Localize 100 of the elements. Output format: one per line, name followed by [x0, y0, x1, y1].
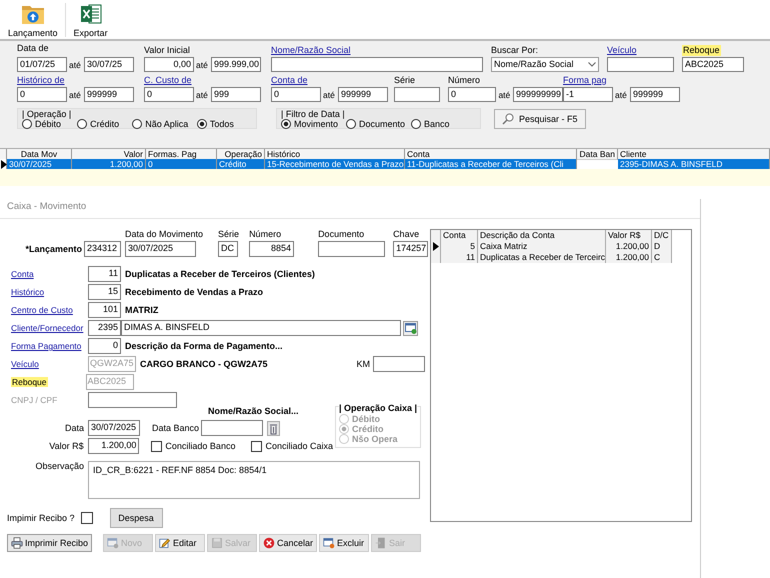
- door-icon: [375, 537, 388, 549]
- radio-button[interactable]: Documento: [346, 119, 411, 129]
- input-field[interactable]: 30/07/2025: [88, 420, 140, 436]
- spreadsheet-icon: [80, 3, 102, 25]
- lookup-button[interactable]: [403, 320, 418, 336]
- expense-button[interactable]: Despesa: [110, 508, 163, 528]
- filter-link[interactable]: Nome/Razão Social: [271, 45, 351, 56]
- search-icon: [502, 112, 514, 124]
- description-text: Duplicatas a Receber de Terceiros (Clientes): [125, 269, 315, 279]
- input-field[interactable]: 30/07/25: [84, 57, 134, 72]
- input-field[interactable]: 8854: [249, 241, 294, 257]
- printer-icon: [11, 537, 23, 549]
- field-link[interactable]: Cliente/Fornecedor: [11, 323, 87, 333]
- input-field[interactable]: 999999: [338, 87, 388, 102]
- input-field[interactable]: 01/07/25: [17, 57, 67, 72]
- input-field[interactable]: -1: [563, 87, 613, 102]
- column-header[interactable]: D/C: [652, 230, 672, 242]
- column-header[interactable]: Formas. Pag: [146, 149, 217, 160]
- edit-icon: [159, 537, 172, 549]
- field-link[interactable]: Centro de Custo: [11, 305, 87, 315]
- input-field[interactable]: 999: [211, 87, 261, 102]
- input-field[interactable]: ABC2025: [682, 57, 744, 72]
- field-label: KM: [356, 359, 370, 369]
- filter-link[interactable]: Conta de: [271, 75, 308, 86]
- filter-label: Data de: [17, 43, 49, 55]
- input-field[interactable]: 234312: [84, 241, 121, 257]
- input-field[interactable]: 999999: [630, 87, 680, 102]
- field-link[interactable]: Forma Pagamento: [11, 341, 87, 351]
- input-field[interactable]: 0,00: [144, 57, 194, 72]
- dropdown[interactable]: Nome/Razão Social: [491, 57, 599, 72]
- input-field[interactable]: 15: [88, 284, 121, 300]
- text-area[interactable]: ID_CR_B:6221 - REF.NF 8854 Doc: 8854/1: [88, 461, 420, 499]
- input-field[interactable]: 999.999,00: [211, 57, 261, 72]
- filter-label: Reboque: [682, 45, 721, 56]
- input-field[interactable]: 0: [88, 338, 121, 354]
- field-label: Reboque: [11, 377, 48, 387]
- field-link[interactable]: Conta: [11, 269, 87, 279]
- table-cell: C: [652, 252, 672, 263]
- table-cell: 2395-DIMAS A. BINSFELD: [618, 159, 770, 169]
- checkbox[interactable]: Conciliado Banco: [151, 440, 236, 452]
- input-field[interactable]: 0: [448, 87, 496, 102]
- column-header[interactable]: Conta: [405, 149, 577, 160]
- input-field[interactable]: [271, 57, 483, 72]
- field-label: Observação: [34, 461, 84, 471]
- filter-link[interactable]: Histórico de: [17, 75, 65, 86]
- radio-button[interactable]: Crédito: [77, 119, 132, 129]
- toolbar-button[interactable]: Exportar: [66, 3, 116, 37]
- input-field[interactable]: [373, 356, 425, 372]
- radio-button[interactable]: Banco: [411, 119, 476, 129]
- action-button[interactable]: Imprimir Recibo: [7, 534, 92, 552]
- action-button[interactable]: Editar: [155, 534, 206, 552]
- input-field[interactable]: 11: [88, 266, 121, 282]
- column-header[interactable]: Valor: [72, 149, 146, 160]
- column-header[interactable]: Valor R$: [606, 230, 652, 242]
- column-header[interactable]: Conta: [441, 230, 478, 242]
- column-header[interactable]: Data Ban: [577, 149, 618, 160]
- table-cell: Crédito: [217, 159, 265, 169]
- filter-label: Série: [394, 75, 416, 86]
- column-header[interactable]: Data Mov: [7, 149, 72, 160]
- radio-button[interactable]: Movimento: [281, 119, 346, 129]
- input-field[interactable]: 30/07/2025: [125, 241, 196, 257]
- input-field[interactable]: [318, 241, 386, 257]
- filter-link[interactable]: C. Custo de: [144, 75, 192, 86]
- filter-label: Buscar Por:: [491, 45, 538, 56]
- input-field[interactable]: DC: [218, 241, 238, 257]
- search-button[interactable]: Pesquisar - F5: [494, 108, 586, 128]
- input-field[interactable]: [394, 87, 440, 102]
- input-field[interactable]: 0: [144, 87, 194, 102]
- input-field[interactable]: 174257: [393, 241, 428, 257]
- input-field[interactable]: [88, 392, 177, 408]
- radio-button[interactable]: Não Aplica: [132, 119, 197, 129]
- checkbox[interactable]: Conciliado Caixa: [251, 440, 333, 452]
- input-field[interactable]: 999999: [84, 87, 134, 102]
- description-text: Recebimento de Vendas a Prazo: [125, 287, 264, 297]
- table-cell: 1.200,00: [606, 241, 652, 252]
- column-header[interactable]: Cliente: [618, 149, 770, 160]
- input-field[interactable]: 101: [88, 302, 121, 318]
- column-header[interactable]: Operação: [217, 149, 265, 160]
- column-header[interactable]: Descrição da Conta: [478, 230, 606, 242]
- radio-button[interactable]: Débito: [22, 119, 78, 129]
- range-label: até: [323, 90, 336, 100]
- input-field[interactable]: 1.200,00: [88, 438, 140, 454]
- input-field[interactable]: 0: [17, 87, 67, 102]
- action-button[interactable]: Excluir: [319, 534, 370, 552]
- input-field[interactable]: DIMAS A. BINSFELD: [121, 320, 401, 336]
- column-header[interactable]: Histórico: [265, 149, 405, 160]
- checkbox[interactable]: Impimir Recibo ?: [7, 512, 93, 524]
- filter-link[interactable]: Forma pag: [563, 75, 607, 86]
- field-link[interactable]: Histórico: [11, 287, 87, 297]
- toolbar-button[interactable]: Lançamento: [2, 3, 66, 37]
- filter-link[interactable]: Veículo: [607, 45, 637, 56]
- range-label: até: [69, 90, 82, 100]
- input-field[interactable]: 999999999: [513, 87, 563, 102]
- input-field[interactable]: 2395: [88, 320, 121, 336]
- radio-button[interactable]: Todos: [196, 119, 252, 129]
- table-cell: 1.200,00: [606, 252, 652, 263]
- action-button[interactable]: Cancelar: [259, 534, 318, 552]
- input-field[interactable]: [201, 420, 264, 436]
- input-field[interactable]: 0: [271, 87, 321, 102]
- input-field[interactable]: [607, 57, 674, 72]
